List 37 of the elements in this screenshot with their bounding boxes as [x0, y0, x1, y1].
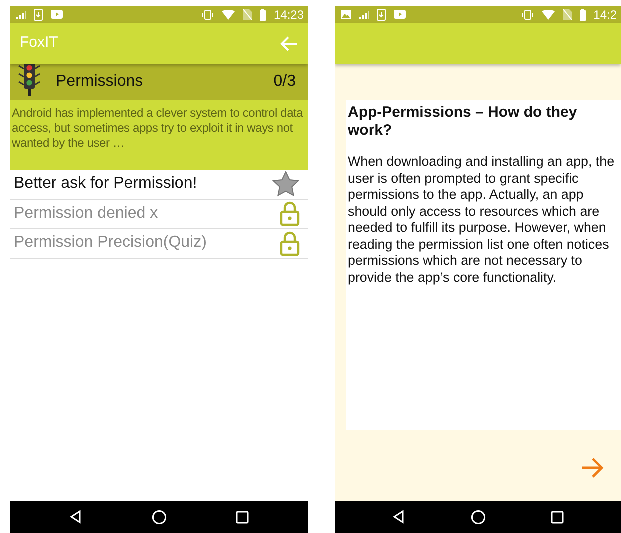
no-sim-icon — [562, 9, 572, 20]
video-icon — [51, 10, 63, 19]
vibrate-icon — [522, 10, 534, 20]
status-time: 14:23 — [274, 6, 304, 24]
lock-icon — [280, 201, 300, 226]
image-icon — [341, 10, 351, 19]
back-icon[interactable] — [392, 510, 406, 524]
lesson-item: Permission denied x — [10, 200, 308, 229]
home-icon[interactable] — [152, 510, 167, 524]
traffic-light-icon — [18, 62, 40, 96]
progress-count: 0/3 — [274, 72, 296, 92]
signal-icon — [359, 10, 369, 18]
recents-icon[interactable] — [236, 510, 250, 524]
wifi-icon — [542, 10, 555, 20]
signal-icon — [16, 10, 26, 18]
home-icon[interactable] — [470, 510, 486, 524]
app-title: FoxIT — [20, 33, 58, 54]
lesson-item: Permission Precision(Quiz) — [10, 229, 308, 258]
battery-icon — [580, 8, 586, 20]
lesson-item[interactable]: Better ask for Permission! — [10, 170, 308, 200]
download-icon — [34, 8, 43, 20]
star-icon — [272, 171, 300, 198]
back-icon[interactable] — [68, 510, 83, 524]
article-body: When downloading and installing an app, the user is often prompted to grant specific permissions to the app. Actually, an app should only access to resources which are needed to fulfill its purpose. However, when reading the permission list one often notices permissions which are not necessary to provide the app’s core functionality. — [348, 154, 616, 286]
battery-icon — [260, 8, 266, 20]
wifi-icon — [222, 10, 235, 20]
module-title: Permissions — [56, 72, 144, 92]
next-arrow-icon[interactable] — [581, 457, 605, 479]
status-time: 14:2 — [594, 6, 617, 24]
download-icon — [377, 8, 386, 20]
lock-icon — [280, 230, 300, 256]
module-description: Android has implemented a clever system to control data access, but sometimes apps try to exploit it in ways not wanted by the user … — [12, 106, 304, 150]
video-icon — [394, 10, 406, 19]
recents-icon[interactable] — [551, 510, 564, 524]
no-sim-icon — [242, 9, 252, 20]
vibrate-icon — [202, 10, 214, 20]
article-title: App-Permissions – How do they work? — [348, 104, 578, 140]
